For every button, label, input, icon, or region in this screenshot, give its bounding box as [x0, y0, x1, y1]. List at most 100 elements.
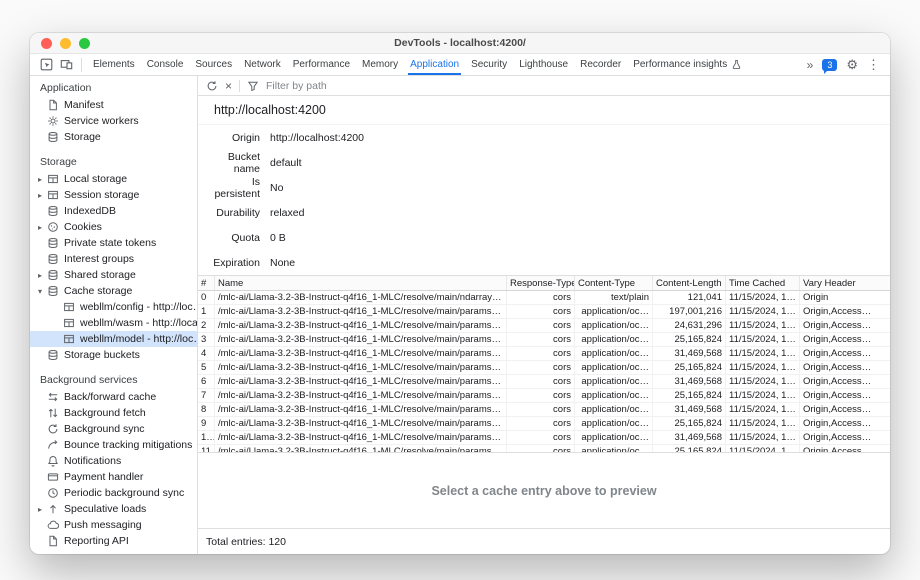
- cell-name: /mlc-ai/Llama-3.2-3B-Instruct-q4f16_1-ML…: [214, 291, 506, 304]
- sidebar-item-webllm-wasm-http-loca[interactable]: webllm/wasm - http://loca…: [30, 315, 197, 331]
- sidebar-item-label: webllm/model - http://loc…: [80, 333, 197, 345]
- cell-index: 11: [198, 445, 214, 452]
- tab-elements[interactable]: Elements: [87, 54, 141, 75]
- sidebar-item-manifest[interactable]: Manifest: [30, 97, 197, 113]
- expand-icon[interactable]: ▸: [34, 223, 46, 232]
- application-sidebar: Application ManifestService workersStora…: [30, 76, 198, 554]
- menu-kebab-icon[interactable]: ⋮: [867, 58, 880, 71]
- column-header-content-length[interactable]: Content-Length: [652, 276, 725, 290]
- inspect-element-icon[interactable]: [38, 58, 54, 72]
- cell-name: /mlc-ai/Llama-3.2-3B-Instruct-q4f16_1-ML…: [214, 305, 506, 318]
- bounce-icon: [46, 439, 59, 452]
- cell-time-cached: 11/15/2024, 10…: [725, 431, 799, 444]
- tab-performance[interactable]: Performance: [287, 54, 356, 75]
- cell-name: /mlc-ai/Llama-3.2-3B-Instruct-q4f16_1-ML…: [214, 361, 506, 374]
- cell-name: /mlc-ai/Llama-3.2-3B-Instruct-q4f16_1-ML…: [214, 333, 506, 346]
- expand-icon[interactable]: ▸: [34, 191, 46, 200]
- cell-vary-header: Origin,Access…: [799, 361, 890, 374]
- database-icon: [46, 285, 59, 298]
- sidebar-item-local-storage[interactable]: ▸Local storage: [30, 171, 197, 187]
- tab-label: Elements: [93, 59, 135, 70]
- table-row[interactable]: 7/mlc-ai/Llama-3.2-3B-Instruct-q4f16_1-M…: [198, 389, 890, 403]
- tab-memory[interactable]: Memory: [356, 54, 404, 75]
- tab-security[interactable]: Security: [465, 54, 513, 75]
- table-row[interactable]: 2/mlc-ai/Llama-3.2-3B-Instruct-q4f16_1-M…: [198, 319, 890, 333]
- sidebar-item-indexeddb[interactable]: IndexedDB: [30, 203, 197, 219]
- delete-selected-icon[interactable]: ×: [225, 80, 232, 92]
- column-header-response-type[interactable]: Response-Type: [506, 276, 574, 290]
- panel-tabs: ElementsConsoleSourcesNetworkPerformance…: [87, 54, 748, 75]
- tab-network[interactable]: Network: [238, 54, 287, 75]
- issues-badge[interactable]: 3: [822, 59, 837, 71]
- sidebar-item-private-state-tokens[interactable]: Private state tokens: [30, 235, 197, 251]
- card-icon: [46, 471, 59, 484]
- sidebar-item-payment-handler[interactable]: Payment handler: [30, 469, 197, 485]
- sidebar-item-bounce-tracking-mitigations[interactable]: Bounce tracking mitigations: [30, 437, 197, 453]
- sidebar-item-speculative-loads[interactable]: ▸Speculative loads: [30, 501, 197, 517]
- column-header-time-cached[interactable]: Time Cached: [725, 276, 799, 290]
- sidebar-item-session-storage[interactable]: ▸Session storage: [30, 187, 197, 203]
- table-icon: [62, 333, 75, 346]
- sidebar-item-service-workers[interactable]: Service workers: [30, 113, 197, 129]
- sidebar-item-notifications[interactable]: Notifications: [30, 453, 197, 469]
- expand-icon[interactable]: ▸: [34, 175, 46, 184]
- sidebar-item-background-fetch[interactable]: Background fetch: [30, 405, 197, 421]
- tab-application[interactable]: Application: [404, 54, 465, 75]
- expand-icon[interactable]: ▸: [34, 271, 46, 280]
- minimize-window-button[interactable]: [60, 38, 71, 49]
- settings-gear-icon[interactable]: ⚙: [846, 58, 858, 71]
- collapse-icon[interactable]: ▾: [34, 287, 46, 296]
- sidebar-item-webllm-model-http-loc[interactable]: webllm/model - http://loc…: [30, 331, 197, 347]
- table-row[interactable]: 9/mlc-ai/Llama-3.2-3B-Instruct-q4f16_1-M…: [198, 417, 890, 431]
- cache-storage-panel: × Filter by path http://localhost:4200 O…: [198, 76, 890, 554]
- filter-by-path-input[interactable]: Filter by path: [266, 80, 327, 92]
- sidebar-item-cookies[interactable]: ▸Cookies: [30, 219, 197, 235]
- device-toolbar-icon[interactable]: [58, 58, 74, 72]
- table-row[interactable]: 1/mlc-ai/Llama-3.2-3B-Instruct-q4f16_1-M…: [198, 305, 890, 319]
- sidebar-item-cache-storage[interactable]: ▾Cache storage: [30, 283, 197, 299]
- fullscreen-window-button[interactable]: [79, 38, 90, 49]
- cell-content-length: 25,165,824: [652, 333, 725, 346]
- tab-lighthouse[interactable]: Lighthouse: [513, 54, 574, 75]
- tab-console[interactable]: Console: [141, 54, 190, 75]
- table-row[interactable]: 5/mlc-ai/Llama-3.2-3B-Instruct-q4f16_1-M…: [198, 361, 890, 375]
- database-icon: [46, 349, 59, 362]
- column-header-name[interactable]: Name: [214, 276, 506, 290]
- sidebar-item-storage[interactable]: Storage: [30, 129, 197, 145]
- field-value: None: [270, 257, 295, 269]
- cell-vary-header: Origin,Access…: [799, 445, 890, 452]
- cell-vary-header: Origin: [799, 291, 890, 304]
- table-row[interactable]: 6/mlc-ai/Llama-3.2-3B-Instruct-q4f16_1-M…: [198, 375, 890, 389]
- table-row[interactable]: 0/mlc-ai/Llama-3.2-3B-Instruct-q4f16_1-M…: [198, 291, 890, 305]
- tab-sources[interactable]: Sources: [189, 54, 238, 75]
- more-tabs-icon[interactable]: »: [807, 59, 814, 71]
- column-header-content-type[interactable]: Content-Type: [574, 276, 652, 290]
- close-window-button[interactable]: [41, 38, 52, 49]
- column-header-vary-header[interactable]: Vary Header: [799, 276, 890, 290]
- tab-recorder[interactable]: Recorder: [574, 54, 627, 75]
- table-row[interactable]: 11/mlc-ai/Llama-3.2-3B-Instruct-q4f16_1-…: [198, 445, 890, 452]
- column-header-[interactable]: #: [198, 276, 214, 290]
- sidebar-item-back-forward-cache[interactable]: Back/forward cache: [30, 389, 197, 405]
- sidebar-item-push-messaging[interactable]: Push messaging: [30, 517, 197, 533]
- tab-performance-insights[interactable]: Performance insights: [627, 54, 748, 75]
- cell-time-cached: 11/15/2024, 10…: [725, 319, 799, 332]
- expand-icon[interactable]: ▸: [34, 505, 46, 514]
- table-row[interactable]: 4/mlc-ai/Llama-3.2-3B-Instruct-q4f16_1-M…: [198, 347, 890, 361]
- sidebar-item-background-sync[interactable]: Background sync: [30, 421, 197, 437]
- database-icon: [46, 205, 59, 218]
- cell-response-type: cors: [506, 347, 574, 360]
- sidebar-item-periodic-background-sync[interactable]: Periodic background sync: [30, 485, 197, 501]
- report-field-durability: Durabilityrelaxed: [198, 200, 890, 225]
- sidebar-item-label: Push messaging: [64, 519, 197, 531]
- table-row[interactable]: 8/mlc-ai/Llama-3.2-3B-Instruct-q4f16_1-M…: [198, 403, 890, 417]
- cell-content-type: application/oc…: [574, 319, 652, 332]
- table-row[interactable]: 10/mlc-ai/Llama-3.2-3B-Instruct-q4f16_1-…: [198, 431, 890, 445]
- sidebar-item-interest-groups[interactable]: Interest groups: [30, 251, 197, 267]
- table-row[interactable]: 3/mlc-ai/Llama-3.2-3B-Instruct-q4f16_1-M…: [198, 333, 890, 347]
- sidebar-item-shared-storage[interactable]: ▸Shared storage: [30, 267, 197, 283]
- sidebar-item-webllm-config-http-loc[interactable]: webllm/config - http://loc…: [30, 299, 197, 315]
- refresh-icon[interactable]: [206, 80, 218, 92]
- sidebar-item-storage-buckets[interactable]: Storage buckets: [30, 347, 197, 363]
- sidebar-item-reporting-api[interactable]: Reporting API: [30, 533, 197, 549]
